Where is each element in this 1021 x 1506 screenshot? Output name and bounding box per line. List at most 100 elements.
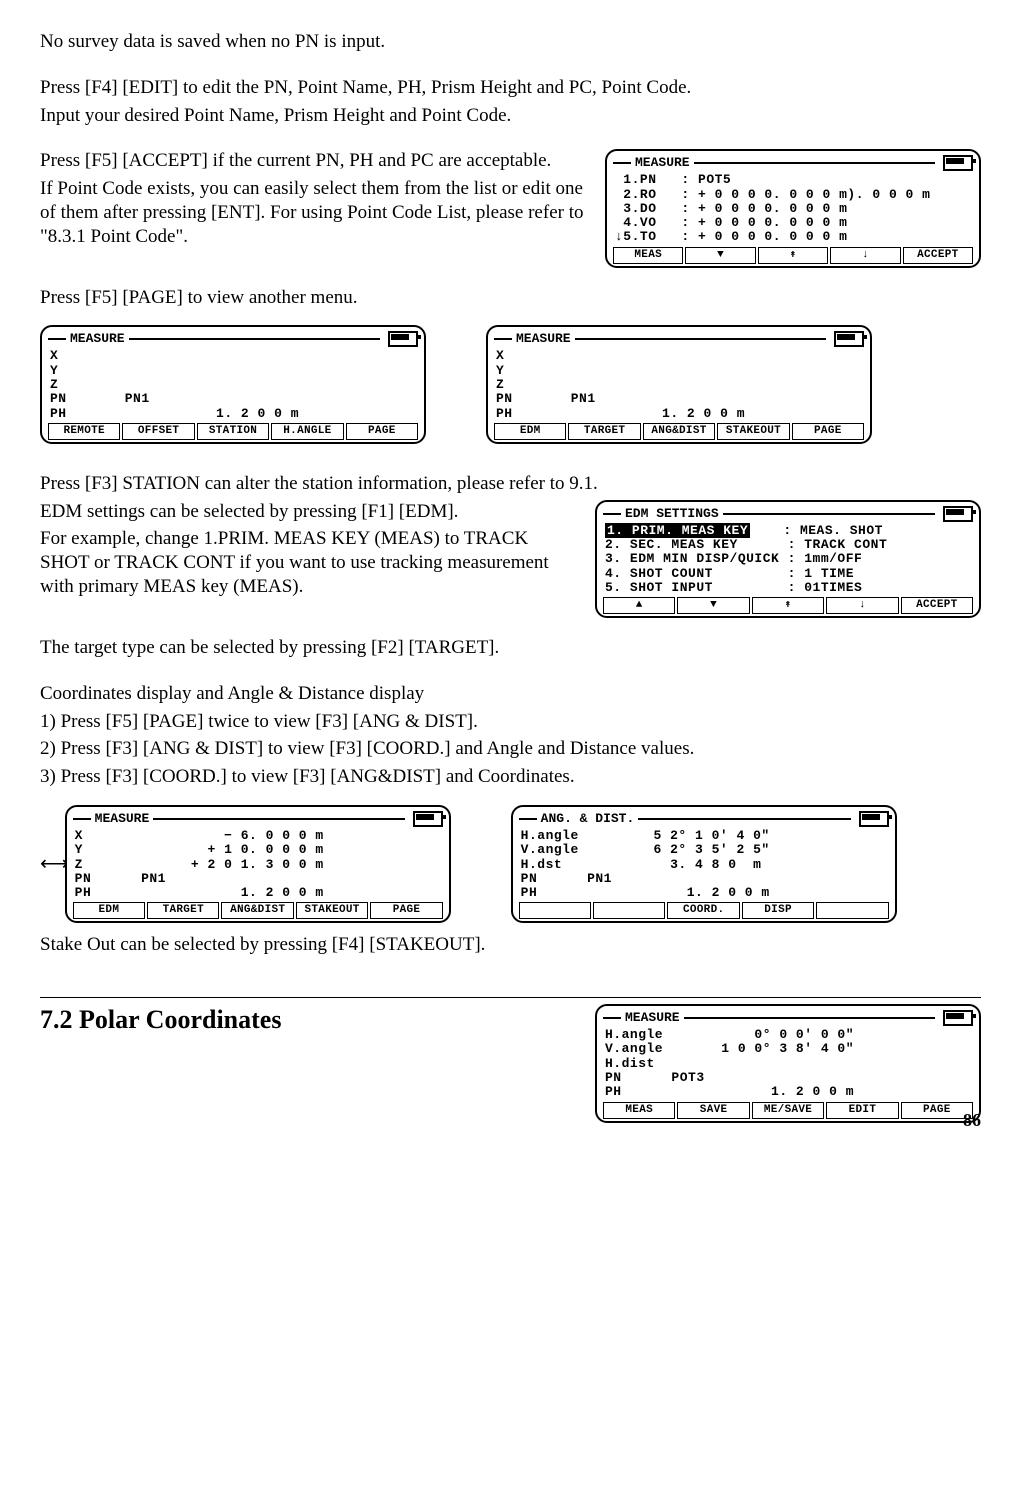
lcd-row: 2. SEC. MEAS KEY : TRACK CONT [605,538,971,552]
softkey-angdist[interactable]: ANG&DIST [221,902,293,919]
lcd-row: V.angle 1 0 0° 3 8′ 4 0″ [605,1042,971,1056]
softkey-down[interactable]: ▼ [677,597,749,614]
lcd-row: 4. SHOT COUNT : 1 TIME [605,567,971,581]
lcd-row: Y [496,364,862,378]
lcd-row: PH 1. 2 0 0 m [75,886,441,900]
lcd-row: Y + 1 0. 0 0 0 m [75,843,441,857]
softkey-hangle[interactable]: H.ANGLE [271,423,343,440]
lcd-row: 3. EDM MIN DISP/QUICK : 1mm/OFF [605,552,971,566]
softkey-page[interactable]: PAGE [370,902,442,919]
lcd-row: PN PN1 [496,392,862,406]
lcd-row: PH 1. 2 0 0 m [605,1085,971,1099]
softkey-offset[interactable]: OFFSET [122,423,194,440]
para: Input your desired Point Name, Prism Hei… [40,104,981,128]
para: No survey data is saved when no PN is in… [40,30,981,54]
lcd-row: 5. SHOT INPUT : 01TIMES [605,581,971,595]
softkey-stakeout[interactable]: STAKEOUT [296,902,368,919]
lcd-row: Z + 2 0 1. 3 0 0 m [75,858,441,872]
softkey-edm[interactable]: EDM [494,423,566,440]
lcd-row: X [50,349,416,363]
lcd-row: 4.VO : + 0 0 0 0. 0 0 0 m [615,216,971,230]
lcd-title: EDM SETTINGS [625,507,719,521]
lcd-row: Z [50,378,416,392]
lcd-title: MEASURE [70,332,125,346]
lcd-title: MEASURE [625,1011,680,1025]
softkey-edit[interactable]: EDIT [826,1102,898,1119]
softkey-remote[interactable]: REMOTE [48,423,120,440]
para: Press [F5] [ACCEPT] if the current PN, P… [40,149,585,173]
lcd-title: ANG. & DIST. [541,812,635,826]
lcd-row: PH 1. 2 0 0 m [496,407,862,421]
para: Stake Out can be selected by pressing [F… [40,933,981,957]
lcd-row: PH 1. 2 0 0 m [50,407,416,421]
lcd-row-selected: 1. PRIM. MEAS KEY : MEAS. SHOT [605,524,971,538]
lcd-row: H.angle 0° 0 0′ 0 0″ [605,1028,971,1042]
battery-icon [943,155,973,171]
softkey-page[interactable]: PAGE [346,423,418,440]
softkey-save[interactable]: SAVE [677,1102,749,1119]
lcd-row: 3.DO : + 0 0 0 0. 0 0 0 m [615,202,971,216]
lcd-row: PH 1. 2 0 0 m [521,886,887,900]
para: 2) Press [F3] [ANG & DIST] to view [F3] … [40,737,981,761]
para: 1) Press [F5] [PAGE] twice to view [F3] … [40,710,981,734]
para: Press [F4] [EDIT] to edit the PN, Point … [40,76,981,100]
lcd-row: V.angle 6 2° 3 5′ 2 5″ [521,843,887,857]
softkey-bottom[interactable]: ↓ [826,597,898,614]
softkey-up[interactable]: ↟ [758,247,828,264]
softkey-angdist[interactable]: ANG&DIST [643,423,715,440]
battery-icon [834,331,864,347]
softkey-accept[interactable]: ACCEPT [903,247,973,264]
softkey-empty [593,902,665,919]
screenshot-measure-polar: MEASURE H.angle 0° 0 0′ 0 0″ V.angle 1 0… [595,1004,981,1122]
softkey-top[interactable]: ↟ [752,597,824,614]
para: EDM settings can be selected by pressing… [40,500,575,524]
lcd-row: PN PN1 [50,392,416,406]
softkey-target[interactable]: TARGET [147,902,219,919]
lcd-row: PN POT3 [605,1071,971,1085]
lcd-row: X [496,349,862,363]
battery-icon [943,506,973,522]
battery-icon [943,1010,973,1026]
softkey-meas[interactable]: MEAS [603,1102,675,1119]
battery-icon [388,331,418,347]
lcd-row: Y [50,364,416,378]
screenshot-measure-page1: MEASURE X Y Z PN PN1 PH 1. 2 0 0 m REMOT… [40,325,426,443]
screenshot-ang-dist: ANG. & DIST. H.angle 5 2° 1 0′ 4 0″ V.an… [511,805,897,923]
softkey-disp[interactable]: DISP [742,902,814,919]
lcd-row: H.dst 3. 4 8 0 m [521,858,887,872]
softkey-meas[interactable]: MEAS [613,247,683,264]
softkey-station[interactable]: STATION [197,423,269,440]
lcd-row: Z [496,378,862,392]
softkey-stakeout[interactable]: STAKEOUT [717,423,789,440]
softkey-arrow[interactable]: ↓ [830,247,900,264]
section-heading: 7.2 Polar Coordinates [40,1004,575,1037]
softkey-down[interactable]: ▼ [685,247,755,264]
softkey-target[interactable]: TARGET [568,423,640,440]
lcd-row: PN PN1 [521,872,887,886]
lcd-row: H.dist [605,1057,971,1071]
lcd-row: ↓5.TO : + 0 0 0 0. 0 0 0 m [615,230,971,244]
softkey-coord[interactable]: COORD. [667,902,739,919]
para: For example, change 1.PRIM. MEAS KEY (ME… [40,527,575,598]
lcd-title: MEASURE [635,156,690,170]
para: Coordinates display and Angle & Distance… [40,682,981,706]
softkey-up[interactable]: ▲ [603,597,675,614]
para: Press [F5] [PAGE] to view another menu. [40,286,981,310]
battery-icon [859,811,889,827]
lcd-title: MEASURE [95,812,150,826]
screenshot-measure-list: MEASURE 1.PN : POT5 2.RO : + 0 0 0 0. 0 … [605,149,981,267]
lcd-title: MEASURE [516,332,571,346]
lcd-row: X − 6. 0 0 0 m [75,829,441,843]
softkey-empty [816,902,888,919]
softkey-accept[interactable]: ACCEPT [901,597,973,614]
softkey-page[interactable]: PAGE [792,423,864,440]
para: Press [F3] STATION can alter the station… [40,472,981,496]
softkey-mesave[interactable]: ME/SAVE [752,1102,824,1119]
lcd-row: H.angle 5 2° 1 0′ 4 0″ [521,829,887,843]
screenshot-measure-page2: MEASURE X Y Z PN PN1 PH 1. 2 0 0 m EDM T… [486,325,872,443]
separator [40,997,981,998]
para: The target type can be selected by press… [40,636,981,660]
para: 3) Press [F3] [COORD.] to view [F3] [ANG… [40,765,981,789]
softkey-edm[interactable]: EDM [73,902,145,919]
lcd-row: PN PN1 [75,872,441,886]
